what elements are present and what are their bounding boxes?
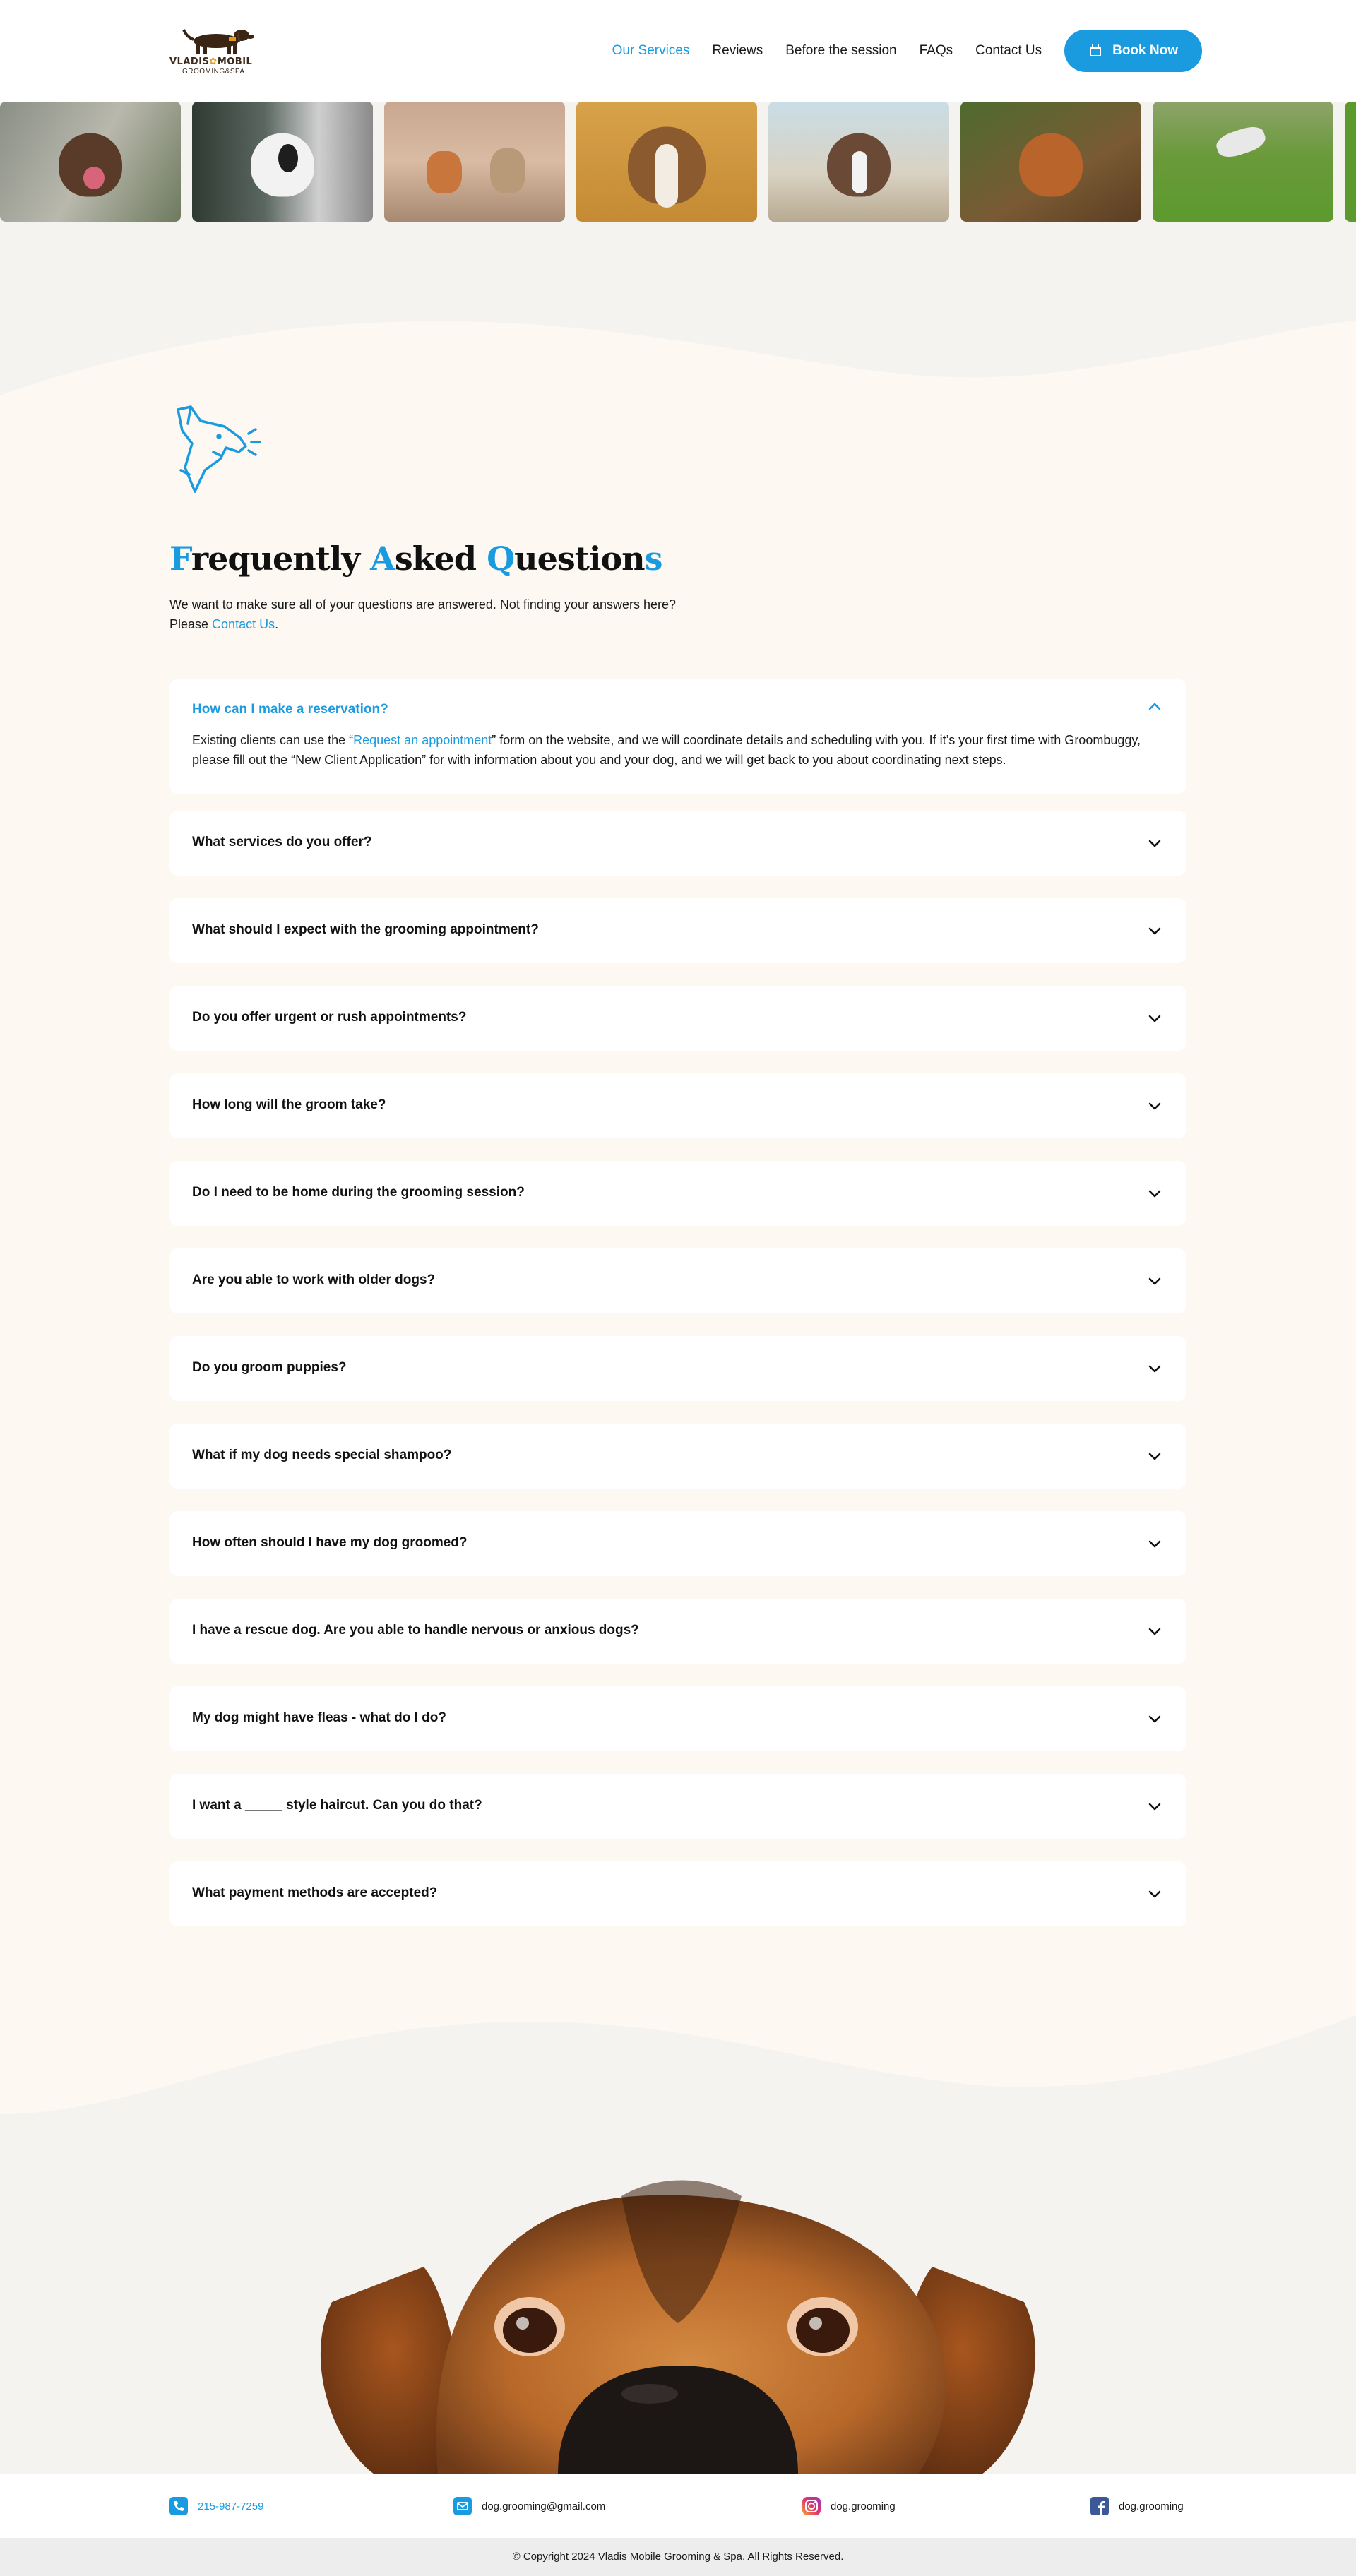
- copyright-bar: © Copyright 2024 Vladis Mobile Grooming …: [0, 2538, 1356, 2576]
- footer-email-text: dog.grooming@gmail.com: [482, 2500, 606, 2512]
- faq-question[interactable]: What if my dog needs special shampoo?: [192, 1448, 451, 1463]
- faq-question[interactable]: My dog might have fleas - what do I do?: [192, 1710, 446, 1726]
- faq-item-7[interactable]: Are you able to work with older dogs?: [170, 1248, 1186, 1313]
- faq-question[interactable]: Do I need to be home during the grooming…: [192, 1185, 525, 1200]
- barking-dog-icon: [177, 405, 261, 493]
- footer-facebook[interactable]: dog.grooming: [1090, 2497, 1184, 2515]
- faq-question[interactable]: How can I make a reservation?: [192, 702, 388, 717]
- chevron-down-icon[interactable]: [1146, 1009, 1164, 1027]
- chevron-down-icon[interactable]: [1146, 1447, 1164, 1465]
- chevron-up-icon[interactable]: [1146, 698, 1164, 716]
- faq-intro-text: We want to make sure all of your questio…: [170, 597, 677, 612]
- faq-item-14[interactable]: What payment methods are accepted?: [170, 1861, 1186, 1926]
- chevron-down-icon[interactable]: [1146, 1622, 1164, 1640]
- faq-question[interactable]: I want a _____ style haircut. Can you do…: [192, 1798, 482, 1813]
- gallery-photo-4: [576, 102, 757, 222]
- faq-item-1[interactable]: How can I make a reservation? Existing c…: [170, 679, 1186, 794]
- faq-item-4[interactable]: Do you offer urgent or rush appointments…: [170, 986, 1186, 1051]
- faq-item-13[interactable]: I want a _____ style haircut. Can you do…: [170, 1774, 1186, 1839]
- site-header: VLADIS✿MOBIL GROOMING&SPA Our Services R…: [0, 0, 1356, 102]
- faq-item-2[interactable]: What services do you offer?: [170, 811, 1186, 876]
- faq-item-10[interactable]: How often should I have my dog groomed?: [170, 1511, 1186, 1576]
- facebook-icon: [1090, 2497, 1109, 2515]
- book-now-label: Book Now: [1112, 43, 1178, 58]
- gallery-photo-7: [1153, 102, 1333, 222]
- footer-email[interactable]: dog.grooming@gmail.com: [453, 2497, 605, 2515]
- nav-our-services[interactable]: Our Services: [612, 43, 690, 59]
- faq-title: Frequently Asked Questions: [170, 539, 663, 578]
- logo-tagline: GROOMING&SPA: [182, 68, 245, 76]
- chevron-down-icon[interactable]: [1146, 922, 1164, 940]
- chevron-down-icon[interactable]: [1146, 1885, 1164, 1903]
- site-footer: 215-987-7259 dog.grooming@gmail.com dog.…: [0, 2474, 1356, 2538]
- faq-question[interactable]: Do you offer urgent or rush appointments…: [192, 1010, 466, 1025]
- footer-phone[interactable]: 215-987-7259: [170, 2497, 263, 2515]
- chevron-down-icon[interactable]: [1146, 1184, 1164, 1203]
- calendar-icon: [1090, 44, 1102, 56]
- logo-wordmark: VLADIS✿MOBIL: [170, 56, 253, 67]
- chevron-down-icon[interactable]: [1146, 1534, 1164, 1553]
- footer-facebook-text: dog.grooming: [1119, 2500, 1184, 2512]
- faq-item-12[interactable]: My dog might have fleas - what do I do?: [170, 1686, 1186, 1751]
- dog-face-illustration: [320, 2180, 1036, 2474]
- gallery-photo-5: [768, 102, 949, 222]
- faq-question[interactable]: What services do you offer?: [192, 835, 371, 850]
- chevron-down-icon[interactable]: [1146, 1097, 1164, 1115]
- nav-contact-us[interactable]: Contact Us: [975, 43, 1042, 59]
- dog-photo-gallery: [0, 102, 1356, 222]
- faq-question[interactable]: I have a rescue dog. Are you able to han…: [192, 1623, 639, 1638]
- main-nav: Our Services Reviews Before the session …: [612, 30, 1202, 72]
- book-now-button[interactable]: Book Now: [1064, 30, 1202, 72]
- nav-faqs[interactable]: FAQs: [920, 43, 953, 59]
- faq-intro: We want to make sure all of your questio…: [170, 597, 677, 631]
- email-icon: [453, 2497, 472, 2515]
- chevron-down-icon[interactable]: [1146, 1710, 1164, 1728]
- dachshund-logo-icon: [182, 29, 254, 54]
- contact-us-link[interactable]: Contact Us: [212, 617, 275, 631]
- gallery-photo-2: [192, 102, 373, 222]
- footer-instagram[interactable]: dog.grooming: [802, 2497, 896, 2515]
- nav-before-the-session[interactable]: Before the session: [785, 43, 896, 59]
- phone-icon: [170, 2497, 188, 2515]
- faq-answer: Existing clients can use the “Request an…: [192, 733, 1141, 767]
- gallery-photo-8: [1345, 102, 1356, 222]
- logo[interactable]: VLADIS✿MOBIL GROOMING&SPA: [170, 23, 261, 79]
- gallery-photo-1: [0, 102, 181, 222]
- instagram-icon: [802, 2497, 821, 2515]
- faq-item-5[interactable]: How long will the groom take?: [170, 1073, 1186, 1138]
- gallery-photo-6: [961, 102, 1141, 222]
- faq-question[interactable]: What payment methods are accepted?: [192, 1885, 437, 1901]
- faq-question[interactable]: How long will the groom take?: [192, 1097, 386, 1113]
- peeking-dog-image: [0, 2090, 1356, 2474]
- chevron-down-icon[interactable]: [1146, 1359, 1164, 1378]
- footer-phone-text: 215-987-7259: [198, 2500, 264, 2512]
- footer-instagram-text: dog.grooming: [831, 2500, 896, 2512]
- chevron-down-icon[interactable]: [1146, 1797, 1164, 1815]
- request-appointment-link[interactable]: Request an appointment: [353, 733, 492, 747]
- gallery-photo-3: [384, 102, 565, 222]
- faq-item-6[interactable]: Do I need to be home during the grooming…: [170, 1161, 1186, 1226]
- faq-question[interactable]: How often should I have my dog groomed?: [192, 1535, 468, 1551]
- faq-question[interactable]: Are you able to work with older dogs?: [192, 1272, 435, 1288]
- faq-question[interactable]: What should I expect with the grooming a…: [192, 922, 539, 938]
- faq-item-8[interactable]: Do you groom puppies?: [170, 1336, 1186, 1401]
- nav-reviews[interactable]: Reviews: [712, 43, 763, 59]
- faq-item-9[interactable]: What if my dog needs special shampoo?: [170, 1424, 1186, 1489]
- faq-question[interactable]: Do you groom puppies?: [192, 1360, 347, 1376]
- faq-item-3[interactable]: What should I expect with the grooming a…: [170, 898, 1186, 963]
- faq-item-11[interactable]: I have a rescue dog. Are you able to han…: [170, 1599, 1186, 1664]
- chevron-down-icon[interactable]: [1146, 834, 1164, 852]
- chevron-down-icon[interactable]: [1146, 1272, 1164, 1290]
